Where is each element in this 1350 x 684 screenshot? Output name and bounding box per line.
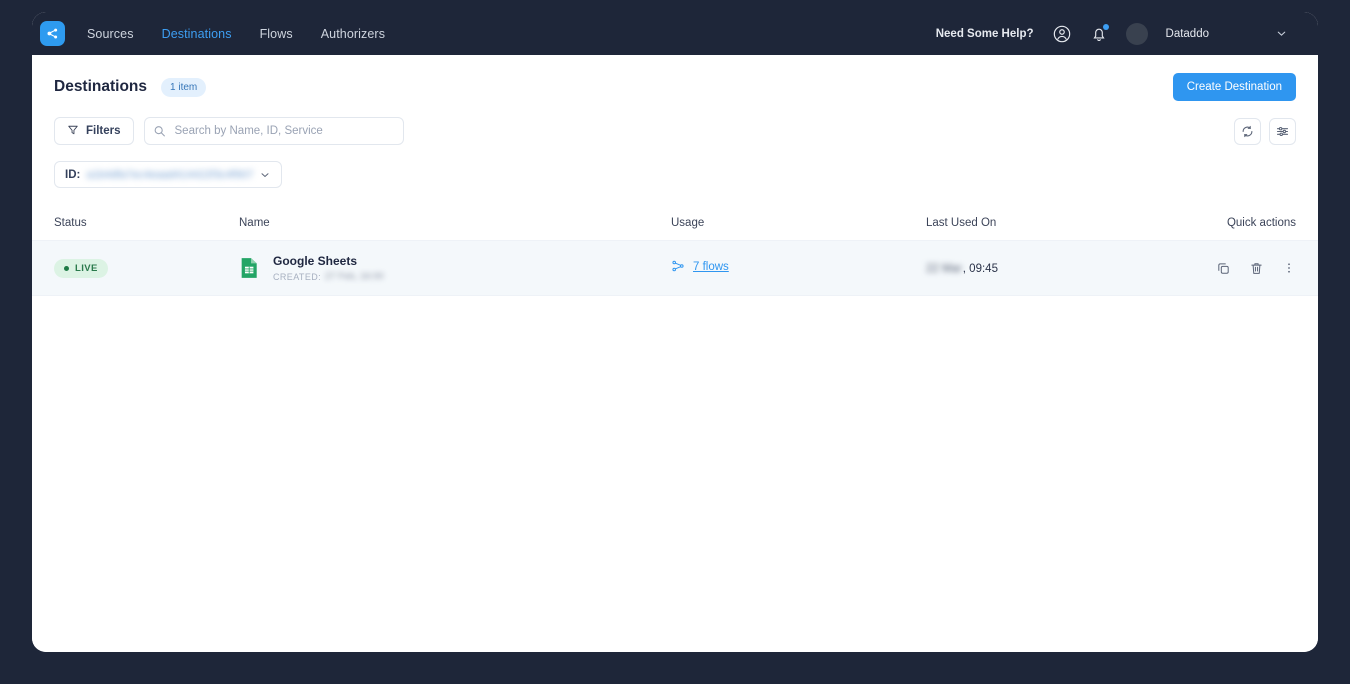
flows-link-label: 7 flows (693, 261, 729, 273)
row-name-cell: Google Sheets CREATED: 27 Feb, 16:00 (239, 254, 671, 282)
sliders-glyph (1276, 126, 1289, 136)
table-row[interactable]: LIVE Google Sheets CREATED: 27 Feb, 16:0… (32, 240, 1318, 296)
sliders-icon[interactable] (1269, 117, 1296, 145)
nav-link-authorizers[interactable]: Authorizers (321, 27, 385, 41)
chevron-down-glyph (261, 172, 269, 177)
user-name-label: Dataddo (1165, 27, 1209, 40)
created-label: CREATED: (273, 271, 322, 282)
column-header-status: Status (54, 217, 87, 229)
chevron-down-glyph (1277, 31, 1286, 36)
column-header-last-used-on: Last Used On (926, 217, 997, 229)
toolbar: Filters (32, 101, 1318, 145)
flows-branch-glyph (672, 260, 684, 271)
search-input[interactable] (143, 117, 404, 145)
account-chevron-down-icon[interactable] (1275, 27, 1288, 40)
filter-chip-id-value: a1b4dfa7ec4eaad414422f3c4f907 (86, 168, 254, 181)
top-navbar: Sources Destinations Flows Authorizers N… (32, 12, 1318, 55)
filter-chip-id[interactable]: ID: a1b4dfa7ec4eaad414422f3c4f907 (54, 161, 283, 188)
created-line: CREATED: 27 Feb, 16:00 (273, 271, 384, 282)
nav-link-sources[interactable]: Sources (87, 27, 134, 41)
row-last-used-cell: 22 Mar , 09:45 (926, 259, 1206, 277)
duplicate-glyph (1218, 262, 1229, 274)
chevron-down-icon[interactable] (259, 169, 271, 181)
notification-badge-dot (1102, 23, 1109, 30)
column-header-usage: Usage (671, 217, 705, 229)
destination-name: Google Sheets (273, 254, 358, 268)
primary-nav: Sources Destinations Flows Authorizers (87, 27, 385, 41)
filter-chip-id-label: ID: (65, 168, 81, 181)
search-glyph (154, 126, 165, 137)
last-used-value: 22 Mar , 09:45 (926, 263, 998, 275)
status-badge-label: LIVE (75, 263, 98, 274)
active-filter-chips: ID: a1b4dfa7ec4eaad414422f3c4f907 (32, 145, 1318, 188)
dataddo-nodes-logo-icon[interactable] (40, 21, 65, 46)
duplicate-icon[interactable] (1216, 261, 1231, 276)
funnel-icon (67, 124, 79, 139)
google-sheets-glyph (241, 258, 257, 278)
page-content: Destinations 1 item Create Destination F… (32, 55, 1318, 652)
page-title: Destinations (54, 78, 148, 95)
refresh-icon[interactable] (1234, 117, 1261, 145)
search-icon (153, 125, 166, 138)
toolbar-right-actions (1234, 117, 1296, 145)
row-usage-cell: 7 flows (671, 259, 926, 278)
more-vertical-glyph (1288, 263, 1290, 273)
app-window: Sources Destinations Flows Authorizers N… (32, 12, 1318, 652)
row-name-block: Google Sheets CREATED: 27 Feb, 16:00 (273, 254, 384, 282)
search-box (143, 117, 404, 145)
row-status-cell: LIVE (54, 258, 239, 278)
refresh-glyph (1242, 125, 1253, 137)
last-used-time: , 09:45 (962, 263, 998, 275)
more-vertical-icon[interactable] (1282, 261, 1296, 275)
user-circle-icon[interactable] (1052, 24, 1072, 44)
last-used-date: 22 Mar (926, 263, 962, 275)
logo-glyph (47, 28, 58, 39)
column-header-quick-actions: Quick actions (1226, 217, 1296, 229)
quick-actions-group (1206, 261, 1296, 276)
filters-button-label: Filters (86, 125, 121, 137)
need-help-link[interactable]: Need Some Help? (936, 28, 1034, 40)
nav-link-flows[interactable]: Flows (260, 27, 293, 41)
flows-link[interactable]: 7 flows (671, 259, 729, 276)
nav-link-destinations[interactable]: Destinations (162, 27, 232, 41)
flows-branch-icon (671, 259, 685, 276)
avatar[interactable] (1125, 22, 1148, 45)
created-value: 27 Feb, 16:00 (325, 271, 384, 282)
funnel-glyph (68, 125, 78, 134)
column-header-name: Name (239, 217, 270, 229)
create-destination-button[interactable]: Create Destination (1172, 73, 1296, 101)
row-quick-actions-cell (1206, 261, 1296, 276)
item-count-badge: 1 item (161, 77, 207, 97)
trash-glyph (1251, 262, 1262, 274)
user-circle-glyph (1053, 25, 1070, 42)
destinations-table: Status Name Usage Last Used On Quick act… (32, 206, 1318, 296)
trash-icon[interactable] (1249, 261, 1264, 276)
table-header-row: Status Name Usage Last Used On Quick act… (32, 206, 1318, 240)
bell-icon[interactable] (1090, 23, 1109, 43)
status-dot-icon (64, 266, 69, 271)
google-sheets-icon (239, 257, 259, 279)
nav-right-cluster: Need Some Help? Dataddo (936, 22, 1288, 45)
status-badge: LIVE (54, 259, 108, 278)
filters-button[interactable]: Filters (54, 117, 134, 145)
page-header: Destinations 1 item Create Destination (32, 55, 1318, 101)
